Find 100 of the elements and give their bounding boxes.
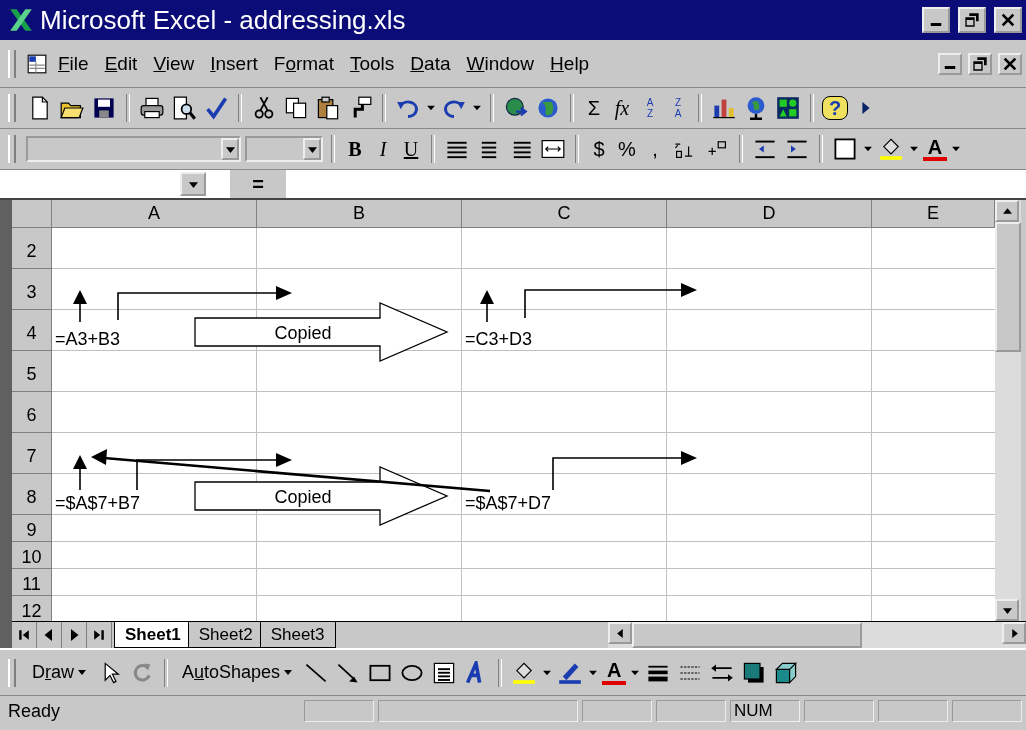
status-panel <box>304 700 374 722</box>
minimize-icon <box>944 66 956 69</box>
font-name-field[interactable] <box>26 136 241 162</box>
status-text: Ready <box>8 700 61 722</box>
triangle-icon <box>1009 628 1019 638</box>
dropdown-button[interactable] <box>303 138 321 160</box>
arrow-label: Copied <box>274 323 332 343</box>
column-header[interactable]: A <box>52 200 257 228</box>
row-header[interactable]: 8 <box>12 474 52 515</box>
triangle-icon <box>68 629 80 642</box>
minimize-button[interactable] <box>922 7 950 33</box>
toolbar-button[interactable]: I <box>371 135 395 163</box>
menu-item[interactable]: Format <box>267 50 340 77</box>
dropdown-button[interactable] <box>221 138 239 160</box>
toolbar-button[interactable]: ? <box>822 96 848 120</box>
row-header[interactable]: 4 <box>12 310 52 351</box>
toolbar-button[interactable]: B <box>343 135 367 163</box>
sort-button[interactable]: A Z <box>638 94 662 122</box>
column-header[interactable]: D <box>667 200 872 228</box>
row-header[interactable]: 5 <box>12 351 52 392</box>
scroll-thumb[interactable] <box>632 622 862 648</box>
toolbar-button[interactable]: % <box>615 135 639 163</box>
toolbar-menu[interactable]: AutoShapes <box>176 658 299 687</box>
scroll-thumb[interactable] <box>995 222 1021 352</box>
row-header[interactable]: 2 <box>12 228 52 269</box>
shapes-icon[interactable] <box>774 94 802 122</box>
menu-item[interactable]: Help <box>544 50 596 77</box>
minimize-icon <box>930 22 942 26</box>
restore-button[interactable] <box>968 52 992 75</box>
row-header[interactable]: 7 <box>12 433 52 474</box>
status-panel <box>582 700 652 722</box>
workbook-icon[interactable] <box>26 52 48 75</box>
cell-formula: =$A$7+B7 <box>55 492 141 514</box>
cell-formula: =A3+B3 <box>55 328 121 350</box>
row-header[interactable]: 11 <box>12 569 52 596</box>
cell-formula: =$A$7+D7 <box>465 492 552 514</box>
column-header[interactable]: B <box>257 200 462 228</box>
cell-formula: =C3+D3 <box>465 328 533 350</box>
font-color-button[interactable]: A <box>923 137 947 161</box>
close-icon <box>1000 12 1016 28</box>
toolbar-grip[interactable] <box>8 135 16 163</box>
horizontal-scrollbar[interactable] <box>608 622 1026 648</box>
close-icon <box>1002 55 1018 72</box>
column-header[interactable]: E <box>872 200 995 228</box>
menu-item[interactable]: Insert <box>204 50 264 77</box>
triangle-icon <box>188 179 198 189</box>
menu-item[interactable]: Edit <box>98 50 144 77</box>
row-header[interactable]: 6 <box>12 392 52 433</box>
toolbar-button[interactable]: fx <box>610 94 634 122</box>
menu-item[interactable]: Tools <box>343 50 401 77</box>
row-header[interactable]: 12 <box>12 596 52 622</box>
font-color-button[interactable]: A <box>602 660 627 685</box>
vertical-scrollbar[interactable] <box>995 200 1021 622</box>
status-indicator: NUM <box>730 700 800 722</box>
formula-equals-button[interactable]: = <box>238 172 278 196</box>
close-button[interactable] <box>998 52 1022 75</box>
restore-icon <box>964 12 980 28</box>
status-panel <box>878 700 948 722</box>
triangle-icon <box>307 144 317 154</box>
toolbar-button[interactable]: $ <box>587 135 611 163</box>
menu-item[interactable]: Data <box>404 50 457 77</box>
minimize-button[interactable] <box>938 52 962 75</box>
menu-item[interactable]: View <box>147 50 201 77</box>
formula-field[interactable] <box>286 170 1026 198</box>
row-header[interactable]: 10 <box>12 542 52 569</box>
row-header[interactable]: 9 <box>12 515 52 542</box>
sort-button[interactable]: Z A <box>666 94 690 122</box>
status-panel <box>952 700 1022 722</box>
menu-item[interactable]: Window <box>460 50 541 77</box>
arrow <box>73 455 87 491</box>
toolbar-button[interactable]: , <box>643 135 667 163</box>
toolbar-button[interactable]: U <box>399 135 423 163</box>
toolbar-button[interactable]: Σ <box>582 94 606 122</box>
first-icon <box>18 629 30 642</box>
toolbar-grip[interactable] <box>8 658 16 687</box>
column-header[interactable]: C <box>462 200 667 228</box>
restore-icon <box>972 55 988 72</box>
arrow <box>73 290 87 323</box>
sheet-tab[interactable]: Sheet3 <box>259 622 336 648</box>
triangle-icon <box>1002 206 1012 216</box>
caret-icon <box>78 670 86 675</box>
status-panel <box>804 700 874 722</box>
last-icon <box>93 629 105 642</box>
dropdown-button[interactable] <box>180 172 206 196</box>
status-panel <box>656 700 726 722</box>
arrow <box>480 290 494 323</box>
toolbar-grip[interactable] <box>8 49 16 78</box>
toolbar-menu[interactable]: Draw <box>26 658 92 687</box>
scroll-down-button[interactable] <box>995 599 1019 622</box>
close-button[interactable] <box>994 7 1022 33</box>
scroll-right-button[interactable] <box>1002 622 1026 645</box>
menu-item[interactable]: File <box>52 50 95 77</box>
scroll-up-button[interactable] <box>995 200 1019 222</box>
triangle-icon <box>1002 605 1012 615</box>
triangle-icon <box>225 144 235 154</box>
row-header[interactable]: 3 <box>12 269 52 310</box>
scroll-left-button[interactable] <box>608 622 632 645</box>
toolbar-grip[interactable] <box>8 94 16 122</box>
font-size-field[interactable] <box>245 136 323 162</box>
restore-button[interactable] <box>958 7 986 33</box>
